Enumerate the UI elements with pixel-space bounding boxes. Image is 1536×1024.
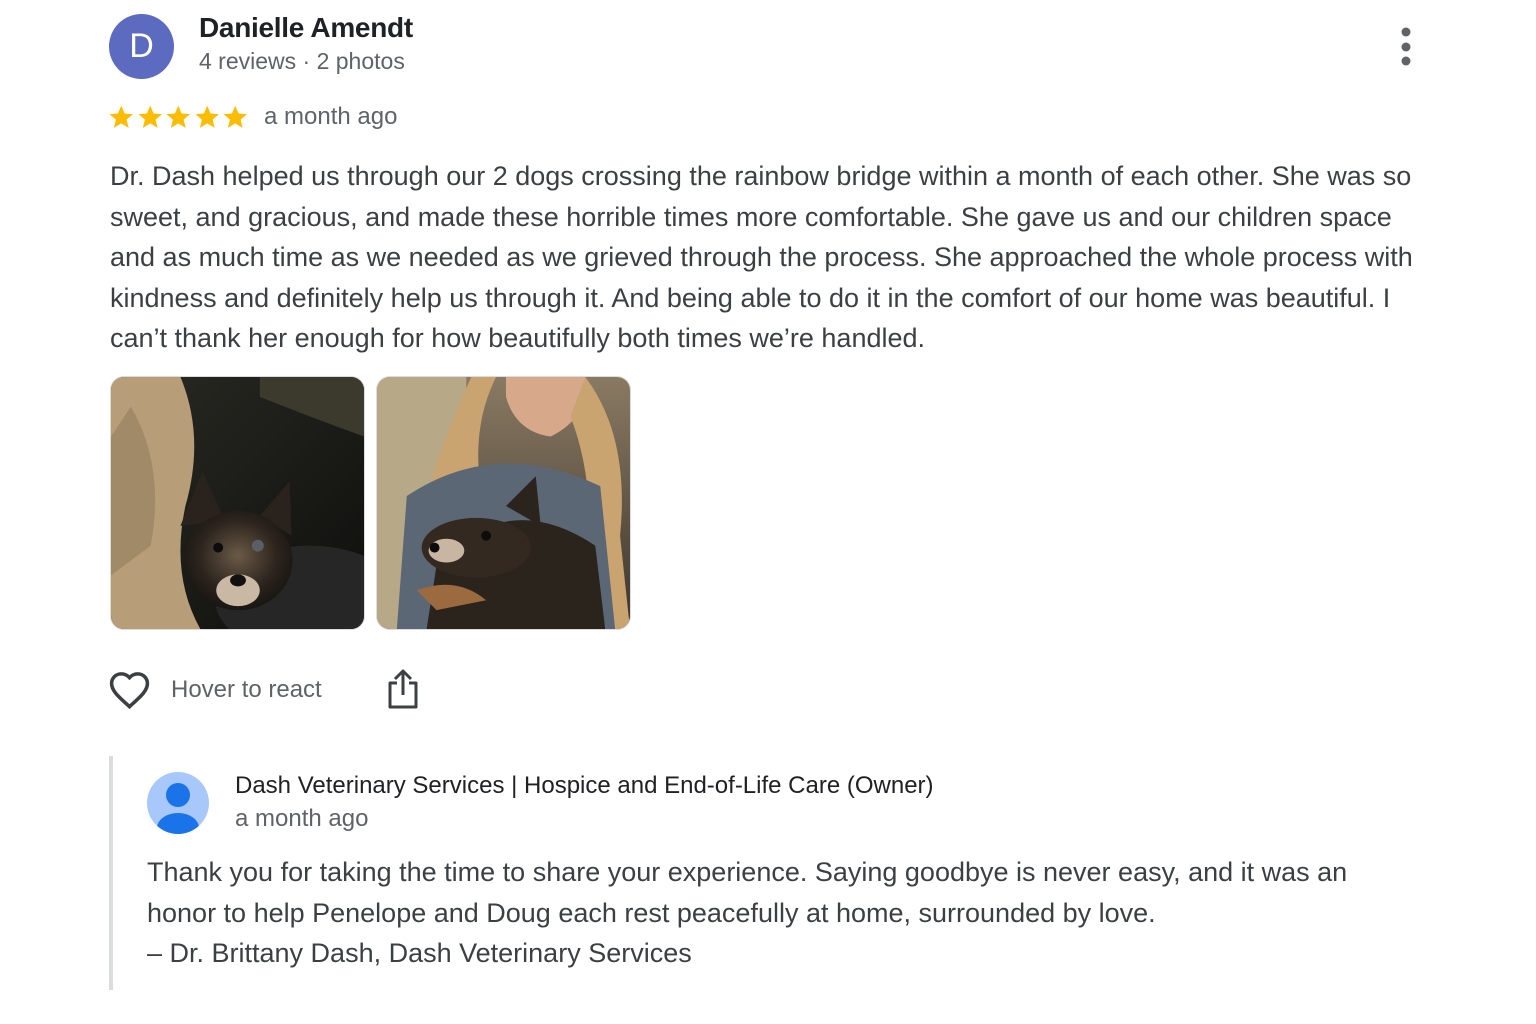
heart-outline-icon	[109, 672, 150, 710]
person-avatar-icon	[147, 772, 209, 834]
react-label: Hover to react	[171, 676, 322, 703]
more-vertical-icon	[1401, 27, 1411, 66]
review-text: Dr. Dash helped us through our 2 dogs cr…	[110, 161, 1413, 353]
review-photo-2[interactable]	[376, 376, 631, 630]
owner-avatar[interactable]	[147, 772, 209, 834]
owner-reply-time: a month ago	[235, 805, 369, 832]
star-icon	[223, 105, 248, 128]
owner-reply-line: honor to help Penelope and Doug each res…	[147, 897, 1156, 928]
dog-photo-thumbnail	[377, 377, 630, 629]
react-button[interactable]: Hover to react	[108, 668, 322, 712]
star-rating	[107, 100, 250, 134]
star-icon	[137, 105, 162, 128]
owner-reply-divider	[109, 756, 113, 990]
review-time: a month ago	[264, 103, 398, 130]
star-icon	[194, 105, 219, 128]
reviewer-name[interactable]: Danielle Amendt	[199, 12, 413, 44]
share-button[interactable]	[384, 667, 422, 711]
owner-reply-signature: – Dr. Brittany Dash, Dash Veterinary Ser…	[147, 938, 692, 968]
review-photo-1[interactable]	[110, 376, 365, 630]
reviewer-stats: 4 reviews · 2 photos	[199, 48, 405, 74]
reviewer-avatar[interactable]: D	[109, 14, 174, 79]
more-options-button[interactable]	[1386, 24, 1426, 70]
owner-reply-text: Thank you for taking the time to share y…	[147, 852, 1427, 974]
star-icon	[166, 105, 191, 128]
owner-reply-line: Thank you for taking the time to share y…	[147, 857, 1348, 887]
dog-photo-thumbnail	[111, 377, 364, 629]
owner-name[interactable]: Dash Veterinary Services | Hospice and E…	[235, 772, 934, 800]
star-icon	[109, 105, 134, 128]
share-icon	[388, 669, 418, 709]
